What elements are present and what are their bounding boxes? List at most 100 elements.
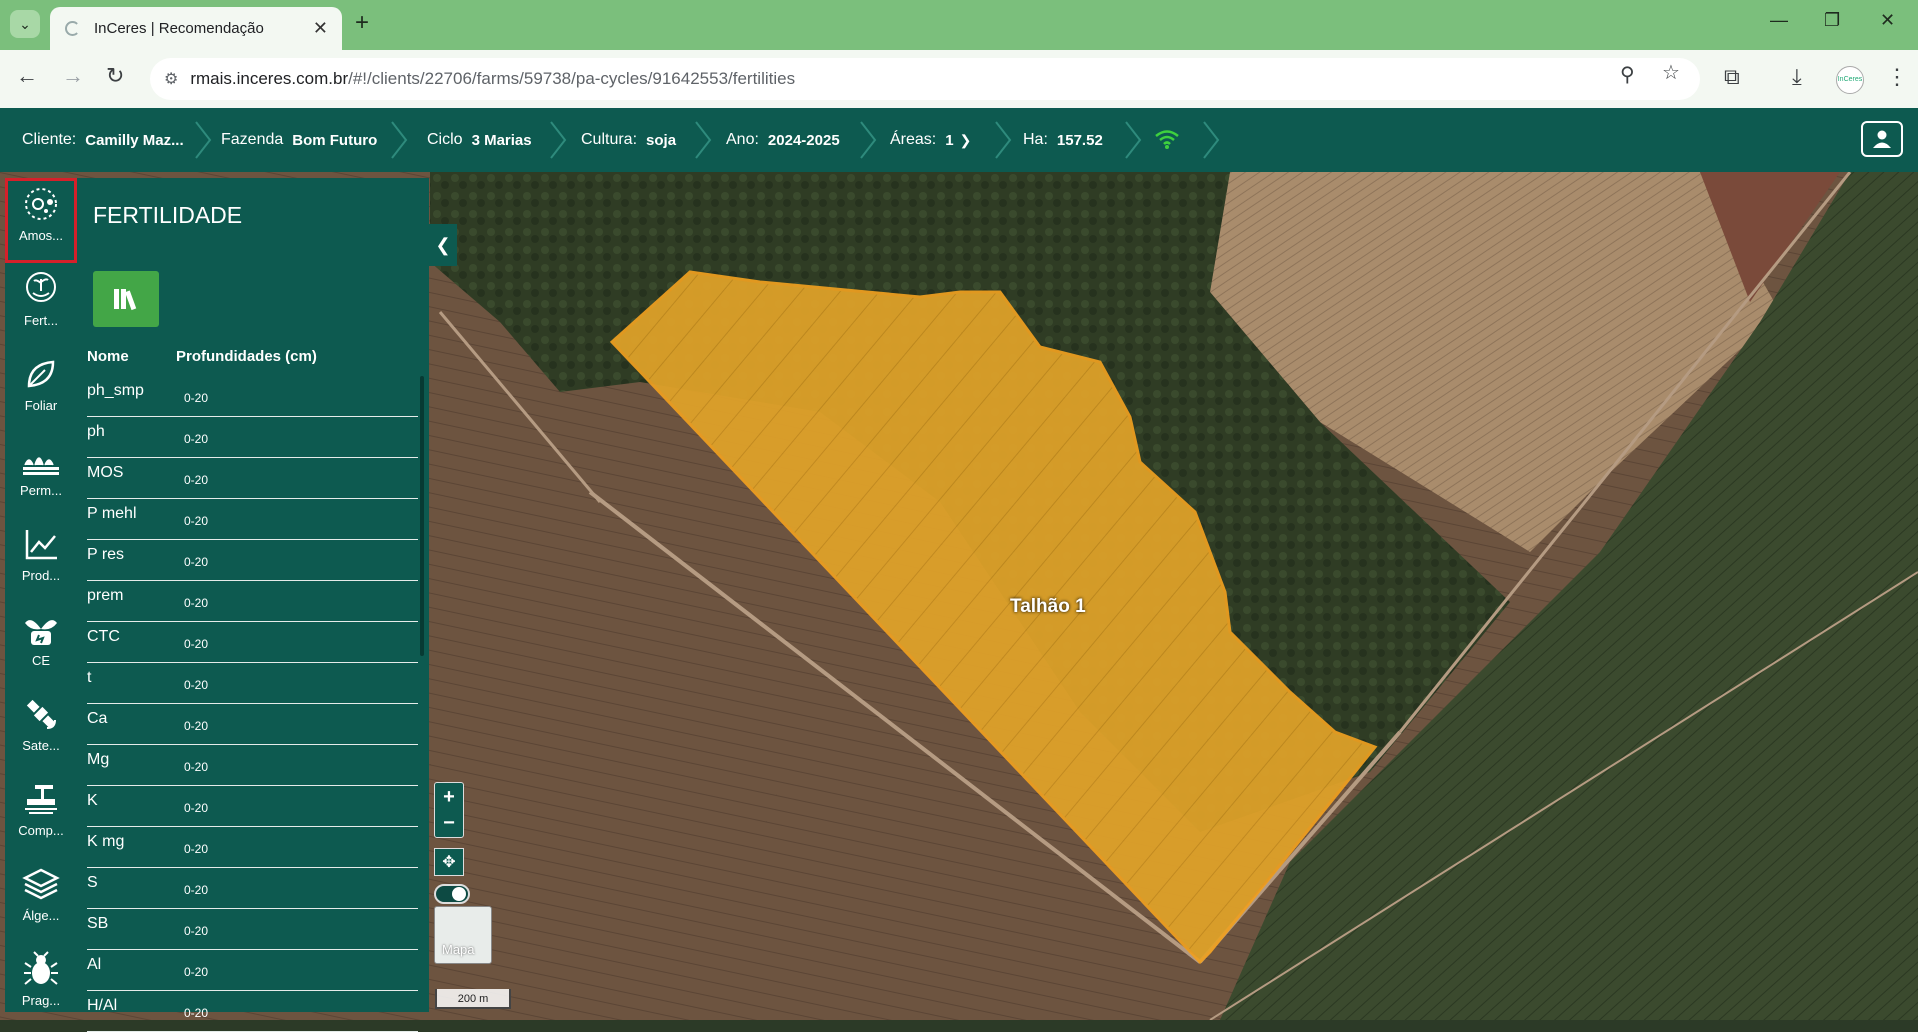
breadcrumb-separator-icon (1198, 120, 1224, 160)
breadcrumb-separator-icon (1120, 120, 1146, 160)
back-icon[interactable]: ← (16, 63, 38, 89)
column-header-depth: Profundidades (cm) (176, 348, 317, 365)
minimize-icon[interactable]: — (1770, 10, 1788, 31)
browser-tab[interactable]: InCeres | Recomendação ✕ (50, 7, 342, 50)
wifi-icon (1154, 128, 1180, 150)
field-label[interactable]: Talhão 1 (1010, 596, 1086, 618)
rail-item-foliar[interactable]: Foliar (5, 348, 77, 433)
pan-button[interactable]: ✥ (434, 848, 464, 876)
books-icon (114, 289, 137, 311)
chevron-down-icon: ⌄ (19, 15, 31, 32)
attribute-name: MOS (87, 464, 124, 481)
tab-title: InCeres | Recomendação (94, 20, 264, 37)
new-tab-button[interactable]: + (355, 9, 369, 37)
user-menu-button[interactable] (1861, 121, 1903, 157)
site-info-icon[interactable]: ⚙ (164, 69, 178, 89)
fazenda-value: Bom Futuro (292, 131, 378, 149)
zoom-out-button[interactable]: − (436, 810, 462, 836)
basemap-switcher[interactable]: Mapa (434, 906, 492, 964)
breadcrumb-ano[interactable]: Ano: 2024-2025 (726, 108, 840, 172)
rail-item-permanente[interactable]: Perm... (5, 433, 77, 518)
layer-toggle[interactable] (434, 884, 470, 904)
areas-label: Áreas: (890, 131, 937, 148)
breadcrumb-ciclo[interactable]: Ciclo 3 Marias (427, 108, 532, 172)
attribute-depth: 0-20 (184, 842, 209, 856)
attribute-name: CTC (87, 628, 120, 645)
list-item[interactable]: prem 0-20 (87, 581, 418, 622)
attribute-name: Al (87, 956, 102, 973)
attribute-name: P mehl (87, 505, 137, 522)
list-item[interactable]: P mehl 0-20 (87, 499, 418, 540)
close-tab-icon[interactable]: ✕ (313, 18, 328, 39)
breadcrumb-ha: Ha: 157.52 (1023, 108, 1103, 172)
rail-label: Fert... (24, 313, 58, 328)
rail-item-ce[interactable]: CE (5, 603, 77, 688)
reload-icon[interactable]: ↻ (106, 63, 124, 89)
chevron-down-icon: ❯ (959, 131, 972, 148)
breadcrumb-separator-icon (690, 120, 716, 160)
list-item[interactable]: S 0-20 (87, 868, 418, 909)
list-item[interactable]: t 0-20 (87, 663, 418, 704)
panel-scrollbar[interactable] (420, 376, 424, 656)
attribute-depth: 0-20 (184, 391, 209, 405)
rail-item-fertilidade[interactable]: Fert... (5, 263, 77, 348)
collapse-panel-button[interactable]: ❮ (429, 224, 457, 266)
scale-bar: 200 m (435, 989, 511, 1009)
rail-item-produtividade[interactable]: Prod... (5, 518, 77, 603)
address-bar[interactable]: ⚙ rmais.inceres.com.br/#!/clients/22706/… (150, 58, 1700, 100)
tab-search-button[interactable]: ⌄ (10, 10, 40, 38)
rail-item-algebra[interactable]: Álge... (5, 858, 77, 943)
rail-label: CE (31, 653, 51, 668)
column-header-name: Nome (87, 348, 129, 365)
panel-title: FERTILIDADE (93, 202, 243, 228)
breadcrumb-cultura[interactable]: Cultura: soja (581, 108, 676, 172)
library-button[interactable] (93, 271, 159, 327)
bug-icon (21, 949, 61, 989)
zoom-icon[interactable]: ⚲ (1620, 62, 1635, 87)
list-item[interactable]: SB 0-20 (87, 909, 418, 950)
rail-label: Amos... (18, 228, 64, 243)
list-item[interactable]: K mg 0-20 (87, 827, 418, 868)
more-menu-icon[interactable]: ⋮ (1886, 64, 1908, 90)
breadcrumb-areas[interactable]: Áreas: 1 ❯ (890, 108, 971, 172)
list-item[interactable]: H/Al 0-20 (87, 991, 418, 1032)
attribute-name: K mg (87, 833, 125, 850)
download-icon[interactable]: ⤓ (1792, 64, 1802, 90)
attribute-name: ph (87, 423, 105, 440)
attribute-depth: 0-20 (184, 596, 209, 610)
list-item[interactable]: K 0-20 (87, 786, 418, 827)
list-item[interactable]: Mg 0-20 (87, 745, 418, 786)
bookmark-star-icon[interactable]: ☆ (1662, 60, 1680, 85)
rail-label: Álge... (22, 908, 60, 923)
breadcrumb-cliente[interactable]: Cliente: Camilly Maz... (22, 108, 184, 172)
forward-icon[interactable]: → (62, 63, 84, 89)
breadcrumb-separator-icon (990, 120, 1016, 160)
rail-item-compactacao[interactable]: Comp... (5, 773, 77, 858)
list-item[interactable]: ph 0-20 (87, 417, 418, 458)
profile-avatar[interactable]: InCeres (1836, 66, 1864, 94)
attribute-name: H/Al (87, 997, 118, 1014)
sampling-icon (21, 184, 61, 224)
list-item[interactable]: P res 0-20 (87, 540, 418, 581)
extensions-icon[interactable]: ⧉ (1724, 64, 1740, 90)
ha-value: 157.52 (1056, 131, 1103, 149)
attribute-name: Mg (87, 751, 110, 768)
rail-item-pragas[interactable]: Prag... (5, 943, 77, 1028)
fazenda-label: Fazenda (221, 131, 284, 148)
breadcrumb-fazenda[interactable]: Fazenda Bom Futuro (221, 108, 377, 172)
areas-value: 1 (945, 131, 954, 149)
attribute-depth: 0-20 (184, 801, 209, 815)
list-item[interactable]: MOS 0-20 (87, 458, 418, 499)
rail-item-satelite[interactable]: Sate... (5, 688, 77, 773)
list-item[interactable]: Al 0-20 (87, 950, 418, 991)
rail-item-amostragem[interactable]: Amos... (5, 178, 77, 263)
attribute-depth: 0-20 (184, 678, 209, 692)
zoom-in-button[interactable]: + (436, 784, 462, 810)
list-item[interactable]: ph_smp 0-20 (87, 376, 418, 417)
window-close-icon[interactable]: ✕ (1880, 10, 1895, 31)
zoom-control: + − (434, 782, 464, 838)
list-item[interactable]: Ca 0-20 (87, 704, 418, 745)
restore-icon[interactable]: ❐ (1824, 10, 1840, 31)
list-item[interactable]: CTC 0-20 (87, 622, 418, 663)
leaf-icon (21, 354, 61, 394)
